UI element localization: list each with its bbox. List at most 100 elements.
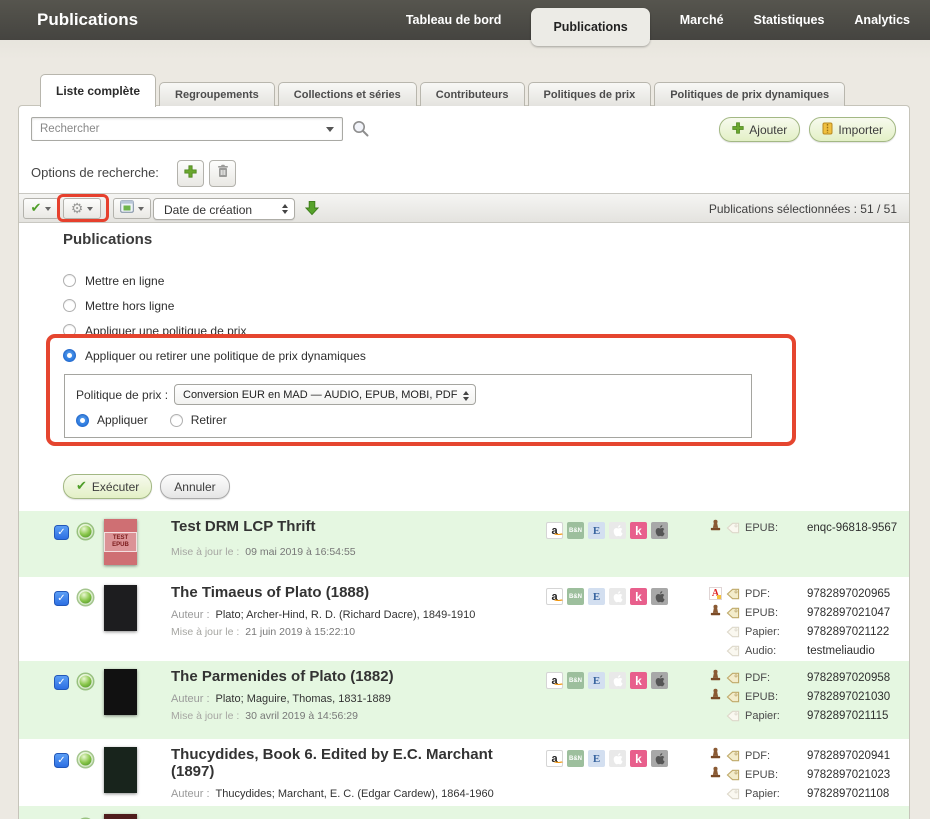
export-dropdown[interactable] [113,198,151,219]
format-label: PDF: [745,750,807,762]
online-status-icon [78,590,93,605]
import-button-label: Importer [838,123,883,137]
cover-thumbnail[interactable] [104,669,137,715]
selection-summary: Publications sélectionnées : 51 / 51 [709,202,897,216]
apply-sort-icon[interactable] [305,200,319,221]
stamp-icon [709,519,722,537]
format-value: 9782897021122 [807,626,889,638]
publication-title[interactable]: Test DRM LCP Thrift [171,518,509,535]
format-list: PDF:9782897020941EPUB:9782897021023Papie… [709,746,903,803]
radio-icon[interactable] [63,299,76,312]
bulk-actions-dropdown[interactable]: ⚙ [63,198,101,219]
bulk-options: Mettre en ligne Mettre hors ligne Appliq… [63,268,366,368]
remove-radio-option[interactable]: Retirer [170,413,227,427]
policy-select-value: Conversion EUR en MAD — AUDIO, EPUB, MOB… [183,389,457,401]
barnes-noble-icon: B&N [567,588,584,605]
tab-regroupements[interactable]: Regroupements [159,82,275,106]
amazon-icon: a [546,672,563,689]
row-checkbox[interactable]: ✓ [54,753,69,768]
nav-tableau-de-bord[interactable]: Tableau de bord [406,13,502,27]
eden-icon: E [588,588,605,605]
publication-title[interactable]: The Timaeus of Plato (1888) [171,584,509,601]
add-button-label: Ajouter [749,123,787,137]
radio-icon[interactable] [63,324,76,337]
nav-analytics[interactable]: Analytics [854,13,910,27]
delete-search-option-button[interactable] [209,160,236,187]
radio-icon[interactable] [63,274,76,287]
format-label: EPUB: [745,522,807,534]
radio-icon[interactable] [63,349,76,362]
format-label: EPUB: [745,607,807,619]
format-line: EPUB:9782897021030 [709,687,903,706]
publication-row: ✓ The Timaeus of Plato (1888) Auteur :Pl… [19,577,909,661]
row-checkbox[interactable]: ✓ [54,591,69,606]
sort-select[interactable]: Date de création [153,198,295,220]
sort-select-value: Date de création [164,203,252,217]
row-checkbox[interactable]: ✓ [54,675,69,690]
kobo-icon: k [630,672,647,689]
format-value: 9782897021108 [807,788,889,800]
stamp-icon [709,747,722,765]
add-button[interactable]: Ajouter [719,117,800,142]
cover-thumbnail[interactable] [104,585,137,631]
tag-icon [726,769,740,781]
tab-contributeurs[interactable]: Contributeurs [420,82,525,106]
add-search-option-button[interactable] [177,160,204,187]
publication-updated: Mise à jour le :09 mai 2019 à 16:54:55 [171,546,509,558]
store-icons: aB&NEk [546,750,668,767]
policy-select[interactable]: Conversion EUR en MAD — AUDIO, EPUB, MOB… [174,384,476,405]
tag-icon [726,710,740,722]
bulk-option-2[interactable]: Appliquer une politique de prix [63,318,366,343]
online-status-icon [78,752,93,767]
publication-list: ✓ TEST EPUB Test DRM LCP Thrift Mise à j… [19,511,909,819]
row-checkbox[interactable]: ✓ [54,525,69,540]
apply-radio-option[interactable]: Appliquer [76,413,148,427]
tag-icon [726,626,745,638]
apple-ibooks-icon [609,588,626,605]
format-value: enqc-96818-9567 [807,522,897,534]
nav-publications-active[interactable]: Publications [531,8,649,46]
cover-thumbnail[interactable]: TEST EPUB [104,519,137,565]
format-line: Papier:9782897021108 [709,784,903,803]
tab-politiques-de-prix-dynamiques[interactable]: Politiques de prix dynamiques [654,82,845,106]
radio-icon[interactable] [170,414,183,427]
format-line: APDF:9782897020965 [709,584,903,603]
format-line: PDF:9782897020941 [709,746,903,765]
tag-icon [726,645,745,657]
tab-liste-complete[interactable]: Liste complète [40,74,156,107]
search-icon[interactable] [351,119,370,143]
publication-title[interactable]: Thucydides, Book 6. Edited by E.C. March… [171,746,509,780]
nav-statistiques[interactable]: Statistiques [754,13,825,27]
search-combobox[interactable]: Rechercher [31,117,343,141]
format-label: PDF: [745,588,807,600]
barnes-noble-icon: B&N [567,672,584,689]
bulk-option-0[interactable]: Mettre en ligne [63,268,366,293]
format-value: 9782897021115 [807,710,888,722]
cover-thumbnail[interactable] [104,747,137,793]
policy-label: Politique de prix : [76,388,168,402]
barnes-noble-icon: B&N [567,750,584,767]
tag-icon [726,522,740,534]
tag-icon [726,607,745,619]
format-line: PDF:9782897020958 [709,668,903,687]
publication-row: ✓ Thucydides, Book 6. Edited by E.C. Mar… [19,739,909,806]
execute-button[interactable]: ✔ Exécuter [63,474,152,499]
eden-icon: E [588,750,605,767]
nav-marche[interactable]: Marché [680,13,724,27]
tab-collections-et-series[interactable]: Collections et séries [278,82,417,106]
publication-updated: Mise à jour le :30 avril 2019 à 14:56:29 [171,710,509,722]
apple-itunes-icon [651,750,668,767]
publication-author: Auteur :Plato; Maguire, Thomas, 1831-188… [171,693,509,705]
cover-thumbnail[interactable] [104,814,137,819]
radio-icon[interactable] [76,414,89,427]
tab-politiques-de-prix[interactable]: Politiques de prix [528,82,652,106]
select-all-dropdown[interactable]: ✔ [23,198,59,219]
bulk-option-1[interactable]: Mettre hors ligne [63,293,366,318]
publication-title[interactable]: The Parmenides of Plato (1882) [171,668,509,685]
publication-info: The Parmenides of Plato (1882) Auteur :P… [171,668,509,722]
bulk-option-3[interactable]: Appliquer ou retirer une politique de pr… [63,343,366,368]
stamp-icon [709,766,722,784]
main-panel: Rechercher Ajouter Importer Options de r… [18,105,910,819]
import-button[interactable]: Importer [809,117,896,142]
cancel-button[interactable]: Annuler [160,474,229,499]
